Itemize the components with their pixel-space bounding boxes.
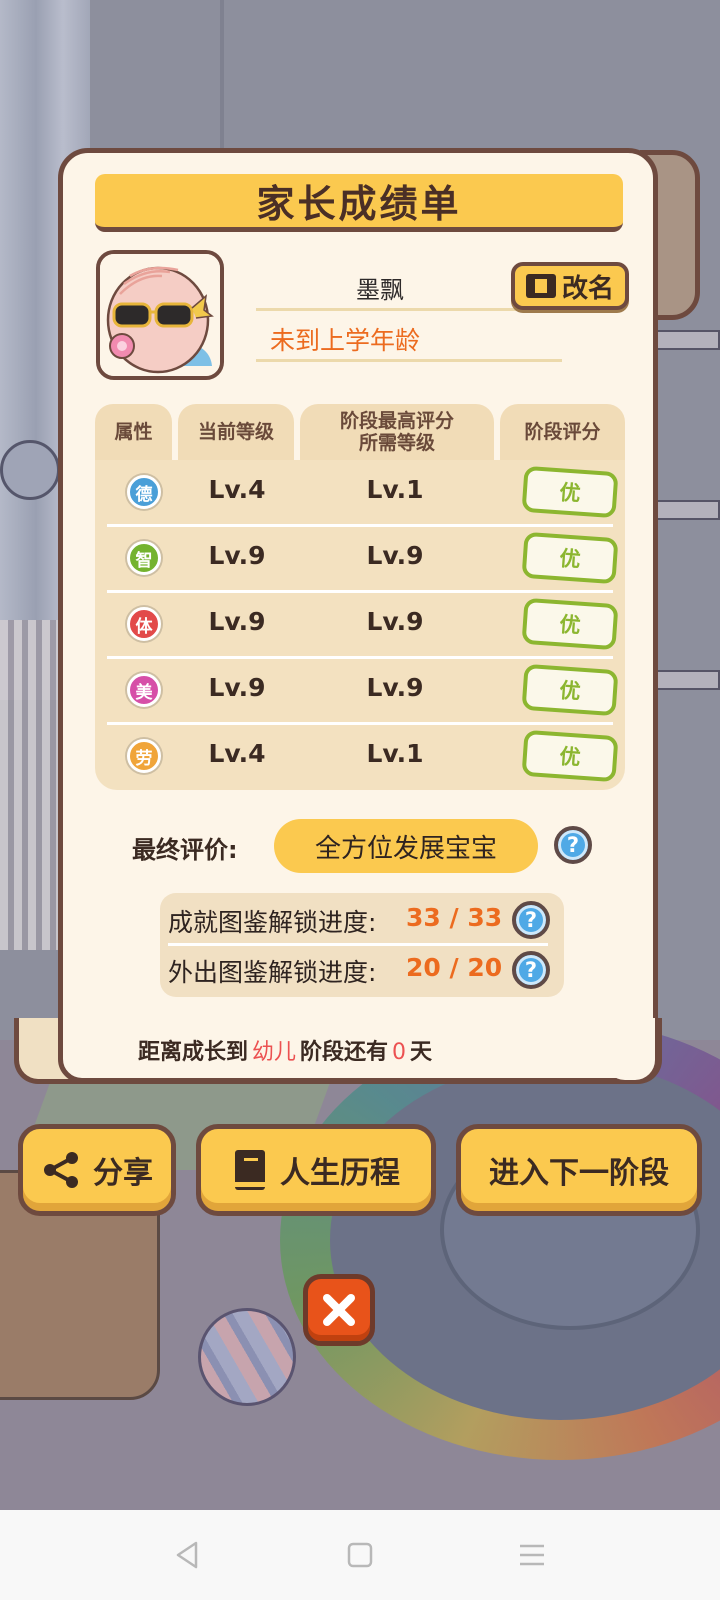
current-level: Lv.9 <box>208 607 266 636</box>
required-level: Lv.9 <box>366 673 424 702</box>
share-button[interactable]: 分享 <box>18 1124 176 1216</box>
current-level: Lv.9 <box>208 541 266 570</box>
outing-progress-label: 外出图鉴解锁进度: <box>168 958 377 987</box>
achievement-help-icon[interactable]: ? <box>512 901 550 939</box>
baby-mobile-toy <box>0 440 60 500</box>
required-level: Lv.1 <box>366 475 424 504</box>
outing-help-icon[interactable]: ? <box>512 951 550 989</box>
status-underline <box>256 359 562 362</box>
growth-countdown: 距离成长到 幼儿 阶段还有 0 天 <box>138 1034 432 1066</box>
required-level: Lv.9 <box>366 541 424 570</box>
toy-ball <box>198 1308 296 1406</box>
progress-divider <box>168 943 548 946</box>
outing-progress-value: 20 / 20 <box>406 953 503 982</box>
table-row: 劳 Lv.4 Lv.1 优 <box>107 724 619 790</box>
current-level: Lv.4 <box>208 739 266 768</box>
attribute-badge-icon: 德 <box>127 475 161 509</box>
countdown-days: 0 <box>392 1040 407 1065</box>
share-label: 分享 <box>93 1156 153 1191</box>
next-stage-label: 进入下一阶段 <box>489 1156 669 1191</box>
countdown-prefix: 距离成长到 <box>138 1040 249 1065</box>
life-history-button[interactable]: 人生历程 <box>196 1124 436 1216</box>
attribute-badge-icon: 美 <box>127 673 161 707</box>
attribute-badge-icon: 智 <box>127 541 161 575</box>
countdown-stage: 幼儿 <box>252 1040 297 1065</box>
table-row: 智 Lv.9 Lv.9 优 <box>107 526 619 592</box>
grade-stamp: 优 <box>521 597 619 651</box>
grade-stamp: 优 <box>521 465 619 519</box>
current-level: Lv.9 <box>208 673 266 702</box>
final-evaluation-label: 最终评价: <box>132 836 238 864</box>
table-row: 美 Lv.9 Lv.9 优 <box>107 658 619 724</box>
back-triangle-icon[interactable] <box>170 1538 204 1572</box>
grade-stamp: 优 <box>521 729 619 783</box>
home-square-icon[interactable] <box>343 1538 377 1572</box>
achievement-progress-value: 33 / 33 <box>406 903 503 932</box>
achievement-progress-label: 成就图鉴解锁进度: <box>168 908 377 937</box>
header-required-level: 阶段最高评分 所需等级 <box>300 404 494 460</box>
card-footer-corner <box>605 1018 655 1080</box>
baby-avatar-icon <box>100 254 220 376</box>
header-current-level: 当前等级 <box>178 404 294 460</box>
current-level: Lv.4 <box>208 475 266 504</box>
final-evaluation-help-icon[interactable]: ? <box>554 826 592 864</box>
required-level: Lv.9 <box>366 607 424 636</box>
table-row: 体 Lv.9 Lv.9 优 <box>107 592 619 658</box>
child-status: 未到上学年龄 <box>270 326 421 355</box>
attribute-badge-icon: 劳 <box>127 739 161 773</box>
menu-lines-icon[interactable] <box>515 1538 549 1572</box>
collection-progress-box: 成就图鉴解锁进度: 33 / 33 外出图鉴解锁进度: 20 / 20 <box>160 893 564 997</box>
page-title: 家长成绩单 <box>256 182 462 226</box>
grade-stamp: 优 <box>521 663 619 717</box>
video-film-icon <box>525 274 556 298</box>
rename-button[interactable]: 改名 <box>511 262 629 310</box>
header-attribute: 属性 <box>95 404 172 460</box>
book-icon <box>235 1150 265 1190</box>
close-icon <box>323 1294 355 1326</box>
final-evaluation-value: 全方位发展宝宝 <box>274 819 538 873</box>
life-history-label: 人生历程 <box>280 1156 400 1191</box>
grade-stamp: 优 <box>521 531 619 585</box>
title-banner: 家长成绩单 <box>95 174 623 232</box>
avatar <box>96 250 224 380</box>
child-name: 墨飘 <box>356 276 404 304</box>
next-stage-button[interactable]: 进入下一阶段 <box>456 1124 702 1216</box>
attribute-badge-icon: 体 <box>127 607 161 641</box>
attribute-table: 德 Lv.4 Lv.1 优 智 Lv.9 Lv.9 优 体 Lv.9 Lv.9 … <box>95 460 625 790</box>
close-button[interactable] <box>303 1274 375 1346</box>
countdown-middle: 阶段还有 <box>300 1040 389 1065</box>
table-row: 德 Lv.4 Lv.1 优 <box>107 460 619 526</box>
required-level: Lv.1 <box>366 739 424 768</box>
countdown-suffix: 天 <box>410 1040 433 1065</box>
header-stage-grade: 阶段评分 <box>500 404 625 460</box>
system-navigation-bar <box>0 1510 720 1600</box>
share-icon <box>44 1152 78 1188</box>
rename-label: 改名 <box>561 273 614 304</box>
